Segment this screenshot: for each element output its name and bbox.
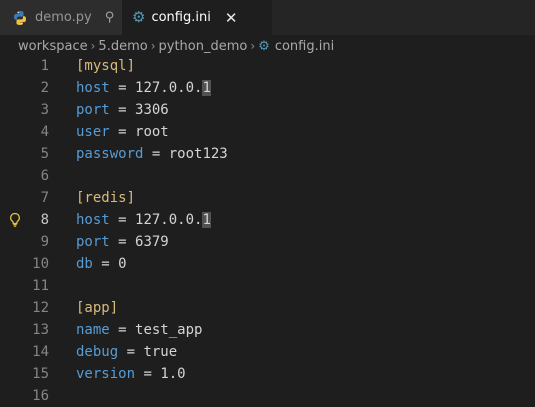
breadcrumb-item-config-ini[interactable]: config.ini: [275, 39, 334, 54]
line-number: 16: [32, 388, 49, 404]
config-value: 6379: [135, 234, 169, 250]
code-text: port = 6379: [76, 231, 169, 253]
equals-sign: =: [109, 234, 136, 250]
tab-bar: demo.py ⚲ ⚙ config.ini ✕: [0, 0, 535, 35]
config-value: 3306: [135, 102, 169, 118]
code-text: host = 127.0.0.1: [76, 209, 211, 231]
code-line[interactable]: 15 version = 1.0: [0, 363, 535, 385]
code-text: host = 127.0.0.1: [76, 77, 211, 99]
tab-demo-py[interactable]: demo.py ⚲: [0, 0, 122, 35]
code-text: user = root: [76, 121, 169, 143]
config-key: port: [76, 234, 110, 250]
equals-sign: =: [143, 146, 169, 162]
line-number: 4: [40, 124, 49, 140]
line-number: 5: [40, 146, 49, 162]
config-key: host: [76, 212, 110, 228]
code-text: debug = true: [76, 341, 177, 363]
line-number: 12: [32, 300, 49, 316]
line-number: 10: [32, 256, 49, 272]
code-text: port = 3306: [76, 99, 169, 121]
equals-sign: =: [92, 256, 119, 272]
config-key: port: [76, 102, 110, 118]
chevron-right-icon: ›: [250, 39, 256, 53]
code-line[interactable]: 1 [mysql]: [0, 55, 535, 77]
section-header: [redis]: [76, 190, 136, 206]
code-line[interactable]: 16: [0, 385, 535, 407]
chevron-right-icon: ›: [90, 39, 96, 53]
gear-icon: ⚙: [132, 8, 146, 26]
python-icon: [14, 10, 26, 25]
equals-sign: =: [109, 102, 136, 118]
code-line[interactable]: 2 host = 127.0.0.1: [0, 77, 535, 99]
breadcrumb: workspace › 5.demo › python_demo › ⚙ con…: [0, 35, 535, 57]
tab-label: demo.py: [35, 10, 92, 25]
equals-sign: =: [109, 212, 136, 228]
code-editor[interactable]: 1 [mysql] 2 host = 127.0.0.1 3 port = 3306 4 us…: [0, 55, 535, 406]
line-number: 15: [32, 366, 49, 382]
config-key: db: [76, 256, 93, 272]
section-header: [app]: [76, 300, 119, 316]
config-value: 1.0: [160, 366, 186, 382]
config-key: debug: [76, 344, 119, 360]
code-line[interactable]: 7 [redis]: [0, 187, 535, 209]
lightbulb-icon[interactable]: [8, 212, 22, 228]
chevron-right-icon: ›: [150, 39, 156, 53]
equals-sign: =: [109, 80, 136, 96]
config-value: 0: [118, 256, 127, 272]
section-header: [mysql]: [76, 58, 136, 74]
code-text: name = test_app: [76, 319, 202, 341]
line-number: 6: [40, 168, 49, 184]
code-line[interactable]: 10 db = 0: [0, 253, 535, 275]
equals-sign: =: [118, 344, 144, 360]
config-value: 127.0.0.1: [135, 80, 211, 96]
code-line[interactable]: 3 port = 3306: [0, 99, 535, 121]
config-key: user: [76, 124, 110, 140]
code-text: [app]: [76, 297, 118, 319]
config-value: root: [135, 124, 169, 140]
code-line[interactable]: 5 password = root123: [0, 143, 535, 165]
breadcrumb-item-python-demo[interactable]: python_demo: [159, 39, 248, 54]
code-line[interactable]: 12 [app]: [0, 297, 535, 319]
equals-sign: =: [135, 366, 161, 382]
code-line[interactable]: 9 port = 6379: [0, 231, 535, 253]
code-line[interactable]: 13 name = test_app: [0, 319, 535, 341]
pin-icon[interactable]: ⚲: [105, 10, 115, 25]
gear-icon: ⚙: [258, 38, 270, 54]
breadcrumb-item-5-demo[interactable]: 5.demo: [98, 39, 147, 54]
code-text: [mysql]: [76, 55, 135, 77]
config-value: 127.0.0.1: [135, 212, 211, 228]
code-line[interactable]: 8 host = 127.0.0.1: [0, 209, 535, 231]
line-number: 9: [40, 234, 49, 250]
equals-sign: =: [109, 322, 136, 338]
line-number: 11: [32, 278, 49, 294]
config-key: name: [76, 322, 110, 338]
tab-config-ini[interactable]: ⚙ config.ini ✕: [122, 0, 272, 35]
equals-sign: =: [109, 124, 136, 140]
config-key: version: [76, 366, 136, 382]
line-number: 3: [40, 102, 49, 118]
config-key: host: [76, 80, 110, 96]
line-number: 14: [32, 344, 49, 360]
line-number: 7: [40, 190, 49, 206]
code-text: password = root123: [76, 143, 228, 165]
line-number: 1: [40, 58, 49, 74]
config-value: test_app: [135, 322, 203, 338]
tab-label: config.ini: [151, 10, 211, 25]
config-key: password: [76, 146, 144, 162]
close-icon[interactable]: ✕: [225, 9, 238, 27]
code-line[interactable]: 4 user = root: [0, 121, 535, 143]
config-value: root123: [168, 146, 228, 162]
code-line[interactable]: 11: [0, 275, 535, 297]
code-line[interactable]: 14 debug = true: [0, 341, 535, 363]
breadcrumb-item-workspace[interactable]: workspace: [18, 39, 88, 54]
line-number: 2: [40, 80, 49, 96]
code-text: [redis]: [76, 187, 135, 209]
code-text: db = 0: [76, 253, 127, 275]
line-number: 13: [32, 322, 49, 338]
config-value: true: [143, 344, 178, 360]
code-line[interactable]: 6: [0, 165, 535, 187]
code-text: version = 1.0: [76, 363, 186, 385]
